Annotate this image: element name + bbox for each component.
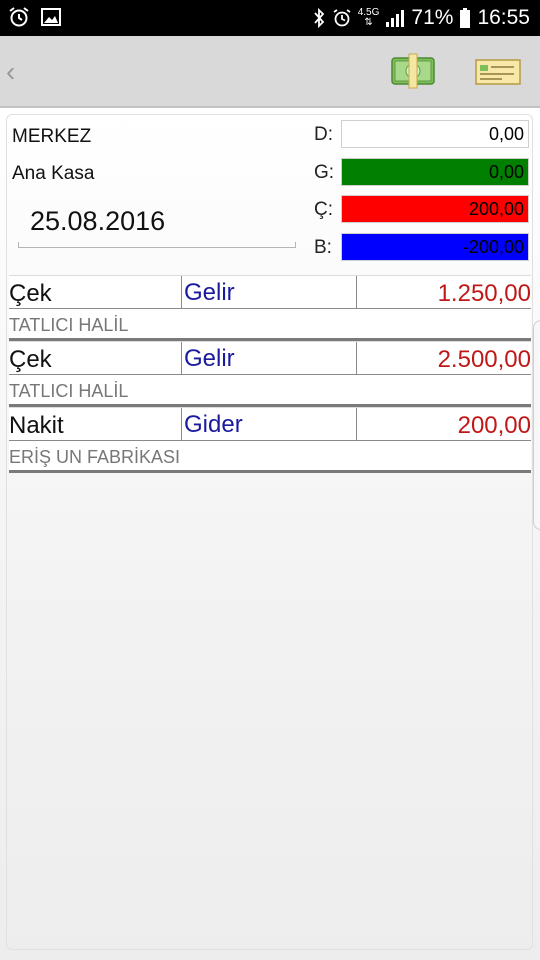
summary-key: B:: [314, 237, 332, 258]
transaction-amount: 200,00: [457, 412, 531, 439]
check-cheque-icon[interactable]: [474, 50, 522, 94]
transaction-amount: 2.500,00: [437, 346, 531, 373]
back-chevron-icon[interactable]: ‹: [6, 56, 15, 88]
bluetooth-icon: [314, 7, 324, 29]
summary-key: D:: [314, 124, 333, 145]
summary-value: 0,00: [341, 158, 529, 186]
list-item-desc-row: ERİŞ UN FABRİKASI: [9, 441, 531, 473]
list-item[interactable]: Çek Gelir 2.500,00 TATLICI HALİL: [9, 341, 531, 407]
summary-row-c: Ç: 200,00: [314, 195, 530, 223]
cash-money-icon[interactable]: [389, 50, 437, 94]
transaction-amount: 1.250,00: [437, 280, 531, 307]
summary-value: 0,00: [341, 120, 529, 148]
action-bar: ‹: [0, 36, 540, 108]
alarm-icon: [333, 9, 351, 27]
list-item-main-row: Çek Gelir 1.250,00: [9, 275, 531, 309]
side-drawer-handle[interactable]: [533, 320, 540, 530]
data-arrows-icon: ⇅: [364, 17, 373, 28]
alarm-clock-icon: [9, 7, 29, 27]
status-bar: 4.5G ⇅ 71% 16:55: [0, 0, 540, 36]
transaction-description: TATLICI HALİL: [9, 315, 129, 335]
summary-row-b: B: -200,00: [314, 233, 530, 261]
summary-key: G:: [314, 162, 335, 183]
status-notifications: [8, 6, 62, 28]
image-icon: [41, 8, 61, 26]
transaction-type: Çek: [9, 280, 52, 307]
transaction-type: Nakit: [9, 412, 64, 439]
list-item[interactable]: Çek Gelir 1.250,00 TATLICI HALİL: [9, 275, 531, 341]
summary-row-g: G: 0,00: [314, 158, 530, 186]
summary-value: -200,00: [341, 233, 529, 261]
account-label: Ana Kasa: [12, 163, 95, 184]
branch-label: MERKEZ: [12, 126, 92, 147]
transaction-kind: Gelir: [181, 342, 357, 375]
battery-percent: 71%: [411, 6, 454, 29]
transaction-type: Çek: [9, 346, 52, 373]
transaction-kind: Gelir: [181, 276, 357, 309]
summary-row-d: D: 0,00: [314, 120, 530, 148]
summary-key: Ç:: [314, 199, 333, 220]
transaction-description: ERİŞ UN FABRİKASI: [9, 447, 181, 467]
status-indicators: 4.5G ⇅ 71% 16:55: [312, 4, 530, 32]
transaction-description: TATLICI HALİL: [9, 381, 129, 401]
transaction-kind: Gider: [181, 408, 357, 441]
date-field-underline: [18, 242, 296, 248]
main-panel: MERKEZ Ana Kasa 25.08.2016 D: 0,00 G: 0,…: [0, 110, 540, 960]
signal-icon: [386, 10, 405, 27]
battery-icon: [460, 8, 471, 28]
list-item-desc-row: TATLICI HALİL: [9, 375, 531, 407]
summary-value: 200,00: [341, 195, 529, 223]
date-field[interactable]: 25.08.2016: [30, 206, 165, 237]
list-item[interactable]: Nakit Gider 200,00 ERİŞ UN FABRİKASI: [9, 407, 531, 473]
transaction-list: Çek Gelir 1.250,00 TATLICI HALİL Çek Gel…: [9, 275, 531, 473]
clock-time: 16:55: [477, 6, 530, 29]
list-item-main-row: Nakit Gider 200,00: [9, 407, 531, 441]
list-item-desc-row: TATLICI HALİL: [9, 309, 531, 341]
list-item-main-row: Çek Gelir 2.500,00: [9, 341, 531, 375]
